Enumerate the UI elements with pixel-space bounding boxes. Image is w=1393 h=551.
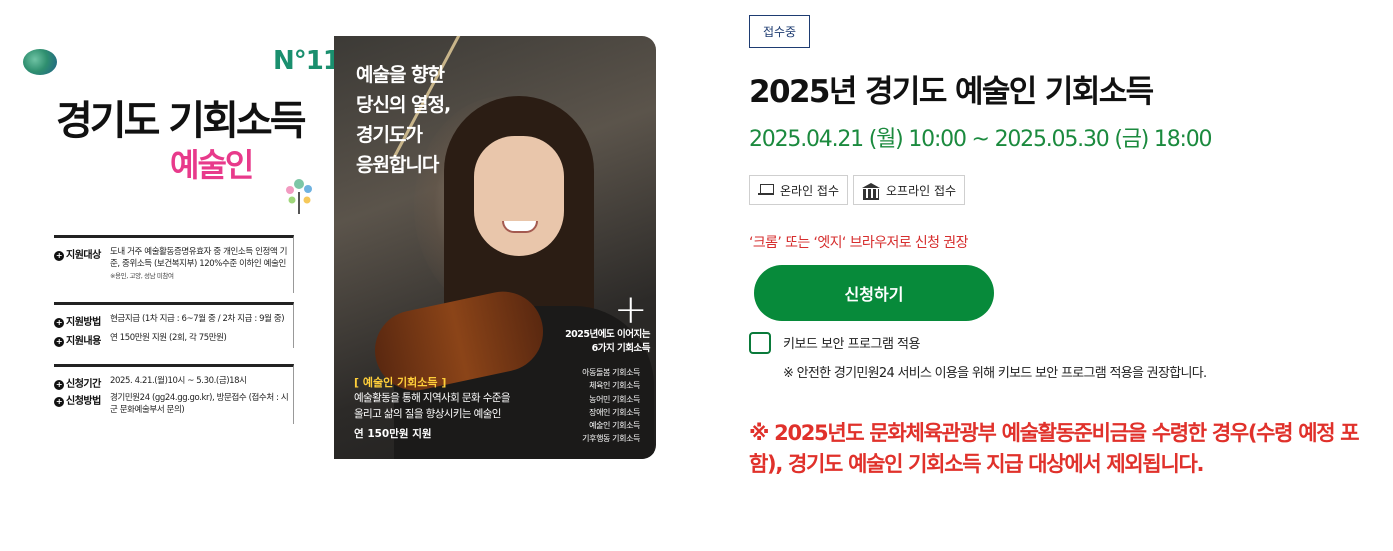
info-target-section: 지원대상 도내 거주 예술활동증명유효자 중 개인소득 인정액 기준, 중위소득… <box>54 235 294 293</box>
poster-title: 경기도 기회소득 <box>56 98 307 144</box>
keyboard-security-checkbox[interactable] <box>749 332 771 354</box>
info-note: ※용인, 고양, 성남 미참여 <box>110 272 174 280</box>
status-badge: 접수중 <box>749 15 810 48</box>
info-key: 지원내용 <box>54 332 110 347</box>
apply-button[interactable]: 신청하기 <box>754 265 994 321</box>
application-period: 2025.04.21 (월) 10:00 ~ 2025.05.30 (금) 18… <box>749 127 1213 152</box>
exclusion-warning: ※ 2025년도 문화체육관광부 예술활동준비금을 수령한 경우(수령 예정 포… <box>749 421 1360 476</box>
poster-photo: 예술을 향한 당신의 열정, 경기도가 응원합니다 + 2025년에도 이어지는… <box>334 36 656 459</box>
info-value: 현금지급 (1차 지급 : 6~7월 중 / 2차 지급 : 9월 중) <box>110 314 285 324</box>
info-value: 2025. 4.21.(월)10시 ~ 5.30.(금)18시 <box>110 376 247 386</box>
info-row: 신청기간 2025. 4.21.(월)10시 ~ 5.30.(금)18시 <box>54 367 293 390</box>
info-key: 신청방법 <box>54 392 110 407</box>
laptop-icon <box>758 184 774 196</box>
poster-image: N°11 경기도 기회소득 예술인 지원대상 도내 거주 예술활동증명유효자 중… <box>20 36 656 459</box>
poster-program-item: 아동돌봄 기회소득 <box>582 368 640 377</box>
poster-info-panel: N°11 경기도 기회소득 예술인 지원대상 도내 거주 예술활동증명유효자 중… <box>20 36 341 459</box>
browser-recommendation: ‘크롬’ 또는 ‘엣지‘ 브라우저로 신청 권장 <box>749 235 968 251</box>
poster-number: N°11 <box>273 46 341 76</box>
poster-program-item: 체육인 기회소득 <box>589 381 640 391</box>
keyboard-security-note: ※ 안전한 경기민원24 서비스 이용을 위해 키보드 보안 프로그램 적용을 … <box>783 366 1207 381</box>
page-title: 2025년 경기도 예술인 기회소득 <box>749 74 1154 110</box>
poster-program-list: 아동돌봄 기회소득 체육인 기회소득 농어민 기회소득 장애인 기회소득 예술인… <box>570 366 640 446</box>
poster-programs-title: 2025년에도 이어지는 6가지 기회소득 <box>565 329 650 354</box>
poster-program-item: 기후행동 기회소득 <box>582 434 640 444</box>
poster-program-item: 장애인 기회소득 <box>589 407 640 417</box>
info-row: 지원대상 도내 거주 예술활동증명유효자 중 개인소득 인정액 기준, 중위소득… <box>54 238 293 282</box>
poster-amount: 연 150만원 지원 <box>354 428 432 440</box>
info-value: 경기민원24 (gg24.gg.go.kr), 방문접수 (접수처 : 시군 문… <box>110 393 289 415</box>
building-icon <box>862 182 880 200</box>
photo-face <box>474 136 564 256</box>
info-value: 도내 거주 예술활동증명유효자 중 개인소득 인정액 기준, 중위소득 (보건복… <box>110 246 293 282</box>
info-key: 지원방법 <box>54 313 110 328</box>
info-row: 지원방법 현금지급 (1차 지급 : 6~7월 중 / 2차 지급 : 9월 중… <box>54 305 293 328</box>
info-row: 신청방법 경기민원24 (gg24.gg.go.kr), 방문접수 (접수처 :… <box>54 390 293 416</box>
poster-description: 예술활동을 통해 지역사회 문화 수준을 올리고 삶의 질을 향상시키는 예술인 <box>354 392 511 420</box>
online-apply-tag: 온라인 접수 <box>749 175 849 205</box>
poster-program-item: 농어민 기회소득 <box>589 394 640 404</box>
info-row: 지원내용 연 150만원 지원 (2회, 각 75만원) <box>54 328 293 347</box>
info-value-text: 도내 거주 예술활동증명유효자 중 개인소득 인정액 기준, 중위소득 (보건복… <box>110 247 288 269</box>
info-key: 지원대상 <box>54 246 110 261</box>
plus-icon: + <box>614 287 648 333</box>
poster-subtitle: 예술인 <box>170 146 254 184</box>
gyeonggi-logo <box>23 49 57 75</box>
info-apply-section: 신청기간 2025. 4.21.(월)10시 ~ 5.30.(금)18시 신청방… <box>54 364 294 424</box>
tree-icon <box>286 179 312 214</box>
info-key: 신청기간 <box>54 375 110 390</box>
online-apply-label: 온라인 접수 <box>780 183 840 198</box>
info-method-section: 지원방법 현금지급 (1차 지급 : 6~7월 중 / 2차 지급 : 9월 중… <box>54 302 294 348</box>
info-value: 연 150만원 지원 (2회, 각 75만원) <box>110 333 227 343</box>
keyboard-security-label[interactable]: 키보드 보안 프로그램 적용 <box>783 333 920 352</box>
offline-apply-tag: 오프라인 접수 <box>853 175 966 205</box>
offline-apply-label: 오프라인 접수 <box>886 183 957 198</box>
poster-tag: [ 예술인 기회소득 ] <box>354 376 447 389</box>
poster-headline: 예술을 향한 당신의 열정, 경기도가 응원합니다 <box>356 64 451 176</box>
poster-program-item: 예술인 기회소득 <box>589 421 640 431</box>
